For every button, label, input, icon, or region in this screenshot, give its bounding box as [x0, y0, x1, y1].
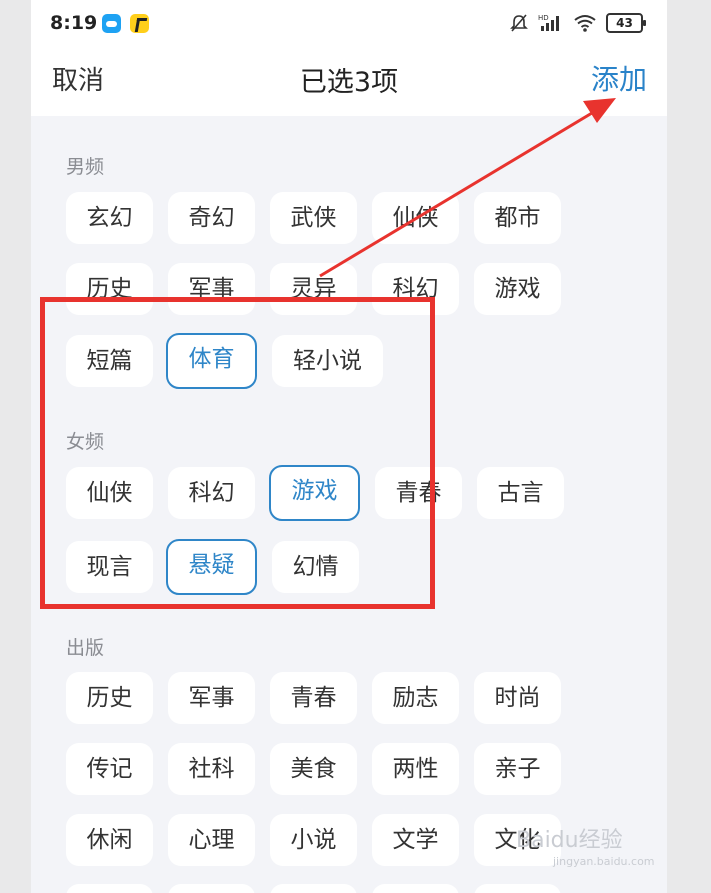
chip-kehuan[interactable]: 科幻 — [372, 263, 459, 315]
chip-xianxia-female[interactable]: 仙侠 — [66, 467, 153, 519]
mute-bell-icon — [510, 14, 528, 32]
status-bar: 8:19 HD 43 — [31, 0, 667, 46]
phone-screen: 8:19 HD 43 取消 已选3项 添加 男频 玄幻 奇幻 武侠 仙侠 都市 … — [31, 0, 667, 893]
section-label-publish: 出版 — [66, 637, 105, 659]
chip-shishang[interactable]: 时尚 — [474, 672, 561, 724]
wifi-icon — [574, 15, 596, 32]
chip-xianyan[interactable]: 现言 — [66, 541, 153, 593]
chip-xiaoshuo[interactable]: 小说 — [270, 814, 357, 866]
chip-junshi[interactable]: 军事 — [168, 263, 255, 315]
chip-qingchun-female[interactable]: 青春 — [375, 467, 462, 519]
chip-meishi[interactable]: 美食 — [270, 743, 357, 795]
network-label: HD — [538, 14, 549, 22]
chip-xuanhuan[interactable]: 玄幻 — [66, 192, 153, 244]
chip-partial[interactable] — [372, 884, 459, 893]
chip-youxi[interactable]: 游戏 — [474, 263, 561, 315]
chip-lishi-pub[interactable]: 历史 — [66, 672, 153, 724]
chip-partial[interactable] — [474, 884, 561, 893]
chip-junshi-pub[interactable]: 军事 — [168, 672, 255, 724]
chip-qingxiaoshuo[interactable]: 轻小说 — [272, 335, 383, 387]
page-title: 已选3项 — [299, 67, 399, 98]
chip-partial[interactable] — [66, 884, 153, 893]
chip-liangxing[interactable]: 两性 — [372, 743, 459, 795]
chip-xianxia[interactable]: 仙侠 — [372, 192, 459, 244]
battery-icon: 43 — [606, 13, 646, 33]
cloud-app-icon — [102, 14, 121, 33]
chip-qihuan[interactable]: 奇幻 — [168, 192, 255, 244]
chip-dushi[interactable]: 都市 — [474, 192, 561, 244]
watermark-brand: Baidu经验 — [516, 828, 623, 853]
chip-zhuanji[interactable]: 传记 — [66, 743, 153, 795]
chip-sheke[interactable]: 社科 — [168, 743, 255, 795]
chip-partial[interactable] — [168, 884, 255, 893]
chip-partial[interactable] — [270, 884, 357, 893]
chip-guyan[interactable]: 古言 — [477, 467, 564, 519]
watermark-url: jingyan.baidu.com — [553, 855, 655, 868]
chip-qinzi[interactable]: 亲子 — [474, 743, 561, 795]
chip-lizhi[interactable]: 励志 — [372, 672, 459, 724]
chip-tiyu-selected[interactable]: 体育 — [166, 333, 257, 389]
status-time: 8:19 — [50, 12, 98, 34]
section-label-male: 男频 — [66, 156, 105, 178]
header: 取消 已选3项 添加 — [31, 46, 667, 116]
status-icons: HD 43 — [509, 13, 646, 33]
chip-qingchun-pub[interactable]: 青春 — [270, 672, 357, 724]
section-label-female: 女频 — [66, 431, 105, 453]
notification-app-icon — [130, 14, 149, 33]
chip-lishi[interactable]: 历史 — [66, 263, 153, 315]
chip-wuxia[interactable]: 武侠 — [270, 192, 357, 244]
chip-huanqing[interactable]: 幻情 — [272, 541, 359, 593]
chip-xiuxian[interactable]: 休闲 — [66, 814, 153, 866]
chip-duanpian[interactable]: 短篇 — [66, 335, 153, 387]
chip-xinli[interactable]: 心理 — [168, 814, 255, 866]
add-button[interactable]: 添加 — [591, 58, 647, 98]
chip-lingyi[interactable]: 灵异 — [270, 263, 357, 315]
signal-icon: HD — [538, 14, 559, 31]
chip-xuanyi-selected[interactable]: 悬疑 — [166, 539, 257, 595]
chip-wenxue[interactable]: 文学 — [372, 814, 459, 866]
chip-kehuan-female[interactable]: 科幻 — [168, 467, 255, 519]
chip-youxi-female-selected[interactable]: 游戏 — [269, 465, 360, 521]
